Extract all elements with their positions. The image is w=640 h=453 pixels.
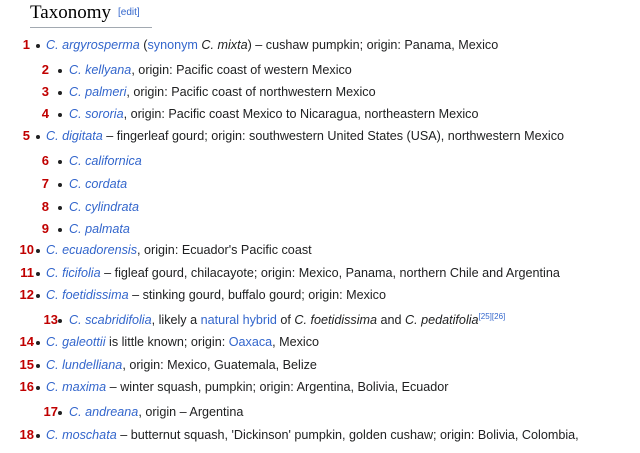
species-link[interactable]: C. palmata	[69, 222, 130, 236]
item-description: , origin: Pacific coast Mexico to Nicara…	[123, 107, 479, 121]
species-link[interactable]: C. maxima	[46, 380, 106, 394]
natural-hybrid-link[interactable]: natural hybrid	[201, 313, 277, 327]
species-link[interactable]: C. galeottii	[46, 335, 106, 349]
item-description: – fingerleaf gourd; origin: southwestern…	[102, 129, 564, 143]
item-description: – butternut squash, 'Dickinson' pumpkin,…	[116, 428, 579, 442]
section-heading: Taxonomy [edit]	[30, 2, 140, 24]
bullet-icon	[36, 135, 40, 139]
item-number: 16	[19, 379, 34, 394]
item-description: , origin: Pacific coast of northwestern …	[126, 85, 376, 99]
bullet-icon	[58, 228, 62, 232]
species-link[interactable]: C. scabridifolia	[69, 313, 152, 327]
item-number: 15	[19, 357, 34, 372]
synonym-link[interactable]: synonym	[148, 38, 198, 52]
bullet-icon	[36, 386, 40, 390]
item-number: 12	[19, 287, 34, 302]
item-description: , origin: Mexico, Guatemala, Belize	[122, 358, 317, 372]
item-number: 9	[41, 221, 49, 236]
item-description: , origin: Ecuador's Pacific coast	[137, 243, 312, 257]
species-link[interactable]: C. foetidissima	[46, 288, 129, 302]
item-number: 1	[22, 37, 30, 52]
species-link[interactable]: C. digitata	[46, 129, 103, 143]
bullet-icon	[36, 341, 40, 345]
bullet-icon	[58, 183, 62, 187]
bullet-icon	[36, 364, 40, 368]
species-link[interactable]: C. ecuadorensis	[46, 243, 137, 257]
item-number: 18	[19, 427, 34, 442]
bullet-icon	[36, 272, 40, 276]
item-description: – cushaw pumpkin; origin: Panama, Mexico	[251, 38, 499, 52]
item-number: 4	[41, 106, 49, 121]
bullet-icon	[58, 160, 62, 164]
section-title: Taxonomy	[30, 2, 111, 23]
item-number: 8	[41, 199, 49, 214]
item-number: 11	[20, 265, 34, 280]
bullet-icon	[36, 294, 40, 298]
oaxaca-link[interactable]: Oaxaca	[229, 335, 272, 349]
heading-underline	[30, 27, 152, 28]
species-link[interactable]: C. cylindrata	[69, 200, 139, 214]
species-link[interactable]: C. cordata	[69, 177, 127, 191]
species-link[interactable]: C. palmeri	[69, 85, 126, 99]
item-number: 10	[19, 242, 34, 257]
item-description: – winter squash, pumpkin; origin: Argent…	[106, 380, 449, 394]
item-number: 2	[41, 62, 49, 77]
item-number: 3	[41, 84, 49, 99]
item-description: , origin: Pacific coast of western Mexic…	[131, 63, 352, 77]
bullet-icon	[36, 249, 40, 253]
item-number: 6	[41, 153, 49, 168]
item-description: – stinking gourd, buffalo gourd; origin:…	[128, 288, 386, 302]
species-link[interactable]: C. californica	[69, 154, 142, 168]
bullet-icon	[58, 319, 62, 323]
bullet-icon	[58, 91, 62, 95]
species-link[interactable]: C. andreana	[69, 405, 138, 419]
species-link[interactable]: C. ficifolia	[46, 266, 101, 280]
species-link[interactable]: C. argyrosperma	[46, 38, 140, 52]
item-description: – figleaf gourd, chilacayote; origin: Me…	[100, 266, 560, 280]
bullet-icon	[58, 411, 62, 415]
item-number: 13	[43, 312, 58, 327]
item-number: 17	[43, 404, 58, 419]
species-link[interactable]: C. lundelliana	[46, 358, 122, 372]
bullet-icon	[58, 69, 62, 73]
bullet-icon	[36, 434, 40, 438]
species-link[interactable]: C. moschata	[46, 428, 117, 442]
item-number: 14	[19, 334, 34, 349]
item-number: 5	[22, 128, 30, 143]
reference-links[interactable]: [25][26]	[479, 312, 506, 321]
species-link[interactable]: C. sororia	[69, 107, 124, 121]
bullet-icon	[58, 206, 62, 210]
species-link[interactable]: C. kellyana	[69, 63, 131, 77]
item-number: 7	[41, 176, 49, 191]
item-description: , origin – Argentina	[138, 405, 244, 419]
bullet-icon	[58, 113, 62, 117]
bullet-icon	[36, 44, 40, 48]
edit-link[interactable]: [edit]	[118, 7, 140, 18]
